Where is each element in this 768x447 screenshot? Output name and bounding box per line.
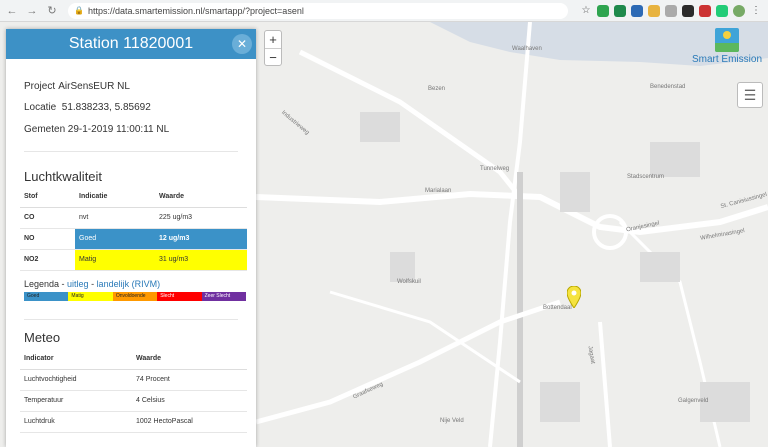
indicatie-cell: Goed	[75, 228, 155, 250]
stof-cell: NO2	[20, 249, 75, 271]
map-label: Galgenveld	[678, 398, 709, 404]
map-label: Benedenstad	[650, 84, 686, 90]
extension-icon[interactable]	[631, 4, 643, 17]
address-bar[interactable]: 🔒 https://data.smartemission.nl/smartapp…	[68, 2, 568, 19]
table-header: Stof	[20, 187, 75, 208]
extension-icon[interactable]	[682, 4, 694, 17]
extension-icon[interactable]	[648, 4, 660, 17]
menu-icon[interactable]: ⋮	[750, 5, 762, 17]
back-icon[interactable]: ←	[4, 3, 20, 19]
indicatie-cell: Matig	[75, 249, 155, 271]
meteo-title: Meteo	[24, 330, 61, 345]
map-label: Wolfskuil	[397, 279, 421, 285]
map-label: Stadscentrum	[627, 174, 665, 180]
avatar[interactable]	[733, 4, 745, 17]
smart-emission-logo-icon	[715, 28, 739, 52]
map-label: Waalhaven	[512, 46, 542, 52]
location-row: Locatie 51.838233, 5.85692	[24, 102, 151, 113]
map-label: Nije Veld	[440, 418, 464, 424]
indicatie-cell: nvt	[75, 207, 155, 229]
url-text: https://data.smartemission.nl/smartapp/?…	[87, 5, 304, 16]
table-row: Luchtdruk 1002 HectoPascal	[20, 411, 247, 433]
divider	[24, 151, 238, 152]
brand-name: Smart Emission	[691, 54, 762, 65]
project-value: AirSensEUR NL	[58, 81, 130, 92]
station-title: Station 11820001	[68, 35, 194, 52]
map-label: Bezen	[428, 86, 446, 92]
indicator-cell: Luchtdruk	[20, 411, 132, 433]
extension-icon[interactable]	[665, 4, 677, 17]
table-row: NO2 Matig 31 ug/m3	[20, 249, 247, 271]
map-label: Tunnelweg	[480, 166, 510, 172]
indicator-cell: Luchtvochtigheid	[20, 369, 132, 391]
air-quality-title: Luchtkwaliteit	[24, 169, 103, 184]
brand-logo[interactable]: Smart Emission	[688, 28, 766, 65]
legend-item: Matig	[68, 292, 113, 301]
legend-item: Goed	[24, 292, 69, 301]
table-row: Temperatuur 4 Celsius	[20, 390, 247, 412]
table-header: Waarde	[132, 349, 247, 370]
extension-icon[interactable]	[716, 4, 728, 17]
extension-icon[interactable]	[597, 4, 609, 17]
legend-line: Legenda - uitleg - landelijk (RIVM)	[24, 279, 161, 289]
table-header: Indicator	[20, 349, 132, 370]
extension-icons: ☆ ⋮	[580, 4, 762, 17]
table-header: Indicatie	[75, 187, 155, 208]
rivm-link[interactable]: landelijk (RIVM)	[97, 279, 161, 289]
legend-item: Slecht	[157, 292, 202, 301]
layers-icon[interactable]: ☰	[737, 82, 763, 108]
lock-icon: 🔒	[74, 6, 84, 15]
browser-toolbar: ← → ↻ 🔒 https://data.smartemission.nl/sm…	[0, 0, 768, 22]
zoom-in-button[interactable]: +	[265, 31, 281, 48]
legend-item: Zeer Slecht	[201, 292, 247, 301]
zoom-control: + −	[264, 30, 282, 66]
uitleg-link[interactable]: uitleg	[67, 279, 89, 289]
air-quality-table: Stof Indicatie Waarde CO nvt 225 ug/m3 NO Go…	[20, 187, 247, 271]
waarde-cell: 31 ug/m3	[155, 249, 247, 271]
zoom-out-button[interactable]: −	[265, 48, 281, 65]
waarde-cell: 4 Celsius	[132, 390, 247, 412]
station-panel: Station 11820001 ✕ Project AirSensEUR NL…	[6, 29, 256, 447]
project-row: Project AirSensEUR NL	[24, 81, 130, 92]
forward-icon[interactable]: →	[24, 3, 40, 19]
extension-icon[interactable]	[699, 4, 711, 17]
waarde-cell: 74 Procent	[132, 369, 247, 391]
measured-row: Gemeten 29-1-2019 11:00:11 NL	[24, 124, 170, 135]
reload-icon[interactable]: ↻	[44, 3, 60, 19]
stof-cell: CO	[20, 207, 75, 229]
divider	[24, 319, 238, 320]
table-row: Luchtvochtigheid 74 Procent	[20, 369, 247, 391]
table-row: CO nvt 225 ug/m3	[20, 207, 247, 229]
table-row: NO Goed 12 ug/m3	[20, 228, 247, 250]
legend-bar: Goed Matig Onvoldoende Slecht Zeer Slecht	[24, 292, 247, 301]
waarde-cell: 225 ug/m3	[155, 207, 247, 229]
close-icon[interactable]: ✕	[232, 34, 252, 54]
panel-header: Station 11820001 ✕	[6, 29, 256, 59]
waarde-cell: 12 ug/m3	[155, 228, 247, 250]
waarde-cell: 1002 HectoPascal	[132, 411, 247, 433]
stof-cell: NO	[20, 228, 75, 250]
map-label: Marialaan	[425, 188, 452, 194]
legend-item: Onvoldoende	[112, 292, 158, 301]
station-marker-icon[interactable]	[566, 285, 582, 313]
measured-value: 29-1-2019 11:00:11 NL	[67, 124, 170, 135]
meteo-table: Indicator Waarde Luchtvochtigheid 74 Proc…	[20, 349, 247, 433]
extension-icon[interactable]	[614, 4, 626, 17]
star-icon[interactable]: ☆	[580, 5, 592, 17]
location-value: 51.838233, 5.85692	[61, 102, 151, 113]
indicator-cell: Temperatuur	[20, 390, 132, 412]
table-header: Waarde	[155, 187, 247, 208]
